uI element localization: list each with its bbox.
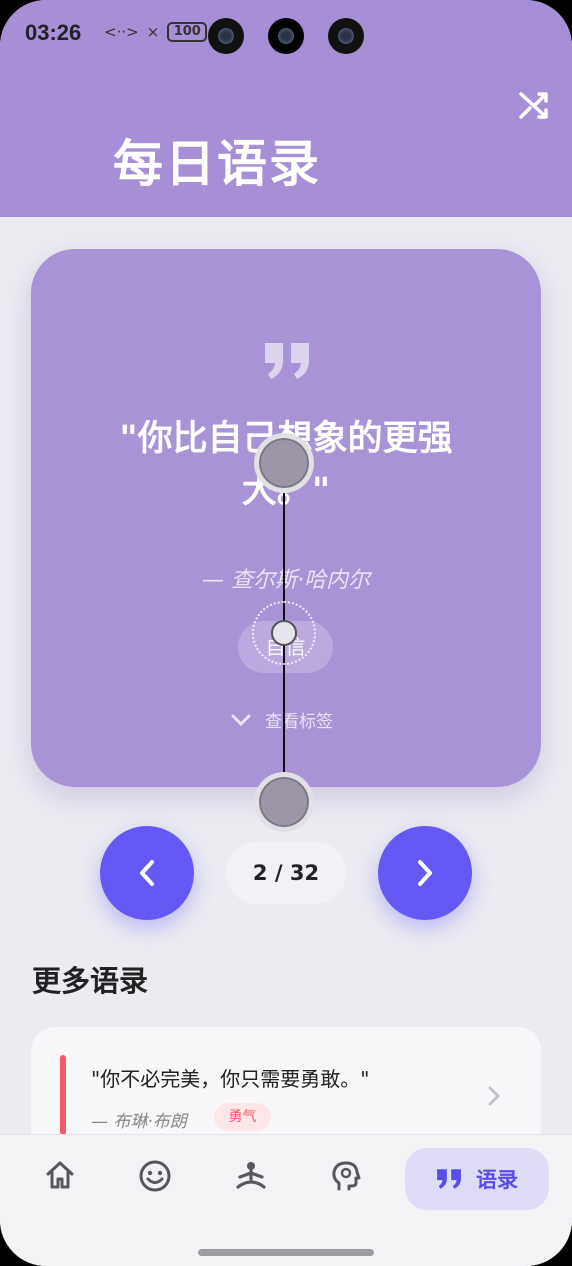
chevron-left-icon <box>140 860 154 886</box>
quote-mark-icon <box>263 321 311 379</box>
tab-mood[interactable] <box>130 1159 180 1199</box>
next-button[interactable] <box>378 826 472 920</box>
camera-icon <box>328 18 364 54</box>
list-item-tag: 勇气 <box>214 1103 271 1131</box>
network-activity-icon: <··> <box>104 23 139 41</box>
chevron-right-icon <box>486 1083 502 1115</box>
list-item-quote: "你不必完美，你只需要勇敢。" <box>91 1067 370 1091</box>
touch-point-end <box>254 772 314 832</box>
view-tags-button[interactable]: 查看标签 <box>231 707 333 732</box>
header: 03:26 <··> × 100 每日语录 <box>0 0 572 217</box>
accent-bar <box>60 1055 66 1135</box>
brain-head-icon <box>332 1161 361 1191</box>
chevron-down-icon <box>231 714 251 726</box>
smiley-icon <box>139 1160 171 1192</box>
list-item-author: — 布琳·布朗 <box>91 1112 187 1132</box>
screen: 03:26 <··> × 100 每日语录 "你比自己想象的更强大。" — 查尔… <box>0 0 572 1266</box>
touch-point-start <box>254 433 314 493</box>
tab-quotes-label: 语录 <box>476 1168 518 1192</box>
view-tags-label: 查看标签 <box>265 712 333 732</box>
shuffle-icon <box>519 92 548 119</box>
touch-point-mid <box>271 620 297 646</box>
signal-icon: × <box>146 23 160 41</box>
tab-bar: 语录 <box>0 1134 572 1266</box>
home-icon <box>46 1161 74 1189</box>
status-icons: <··> × 100 <box>104 22 208 42</box>
quote-icon <box>437 1169 461 1189</box>
tab-home[interactable] <box>35 1159 85 1199</box>
tab-mind[interactable] <box>321 1159 371 1199</box>
status-time: 03:26 <box>25 20 82 45</box>
home-indicator[interactable] <box>198 1249 374 1256</box>
tab-quotes[interactable]: 语录 <box>405 1148 549 1210</box>
section-title: 更多语录 <box>32 964 149 998</box>
quote-author: — 查尔斯·哈内尔 <box>202 568 370 593</box>
camera-icon <box>208 18 244 54</box>
camera-icon <box>268 18 304 54</box>
prev-button[interactable] <box>100 826 194 920</box>
meditation-icon <box>236 1162 266 1189</box>
tab-meditation[interactable] <box>226 1159 276 1199</box>
page-title: 每日语录 <box>113 135 321 193</box>
shuffle-button[interactable] <box>517 88 551 122</box>
quote-card[interactable]: "你比自己想象的更强大。" — 查尔斯·哈内尔 自信 查看标签 <box>31 249 541 787</box>
quote-counter: 2 / 32 <box>226 842 346 904</box>
battery-icon: 100 <box>167 22 208 42</box>
chevron-right-icon <box>418 860 432 886</box>
